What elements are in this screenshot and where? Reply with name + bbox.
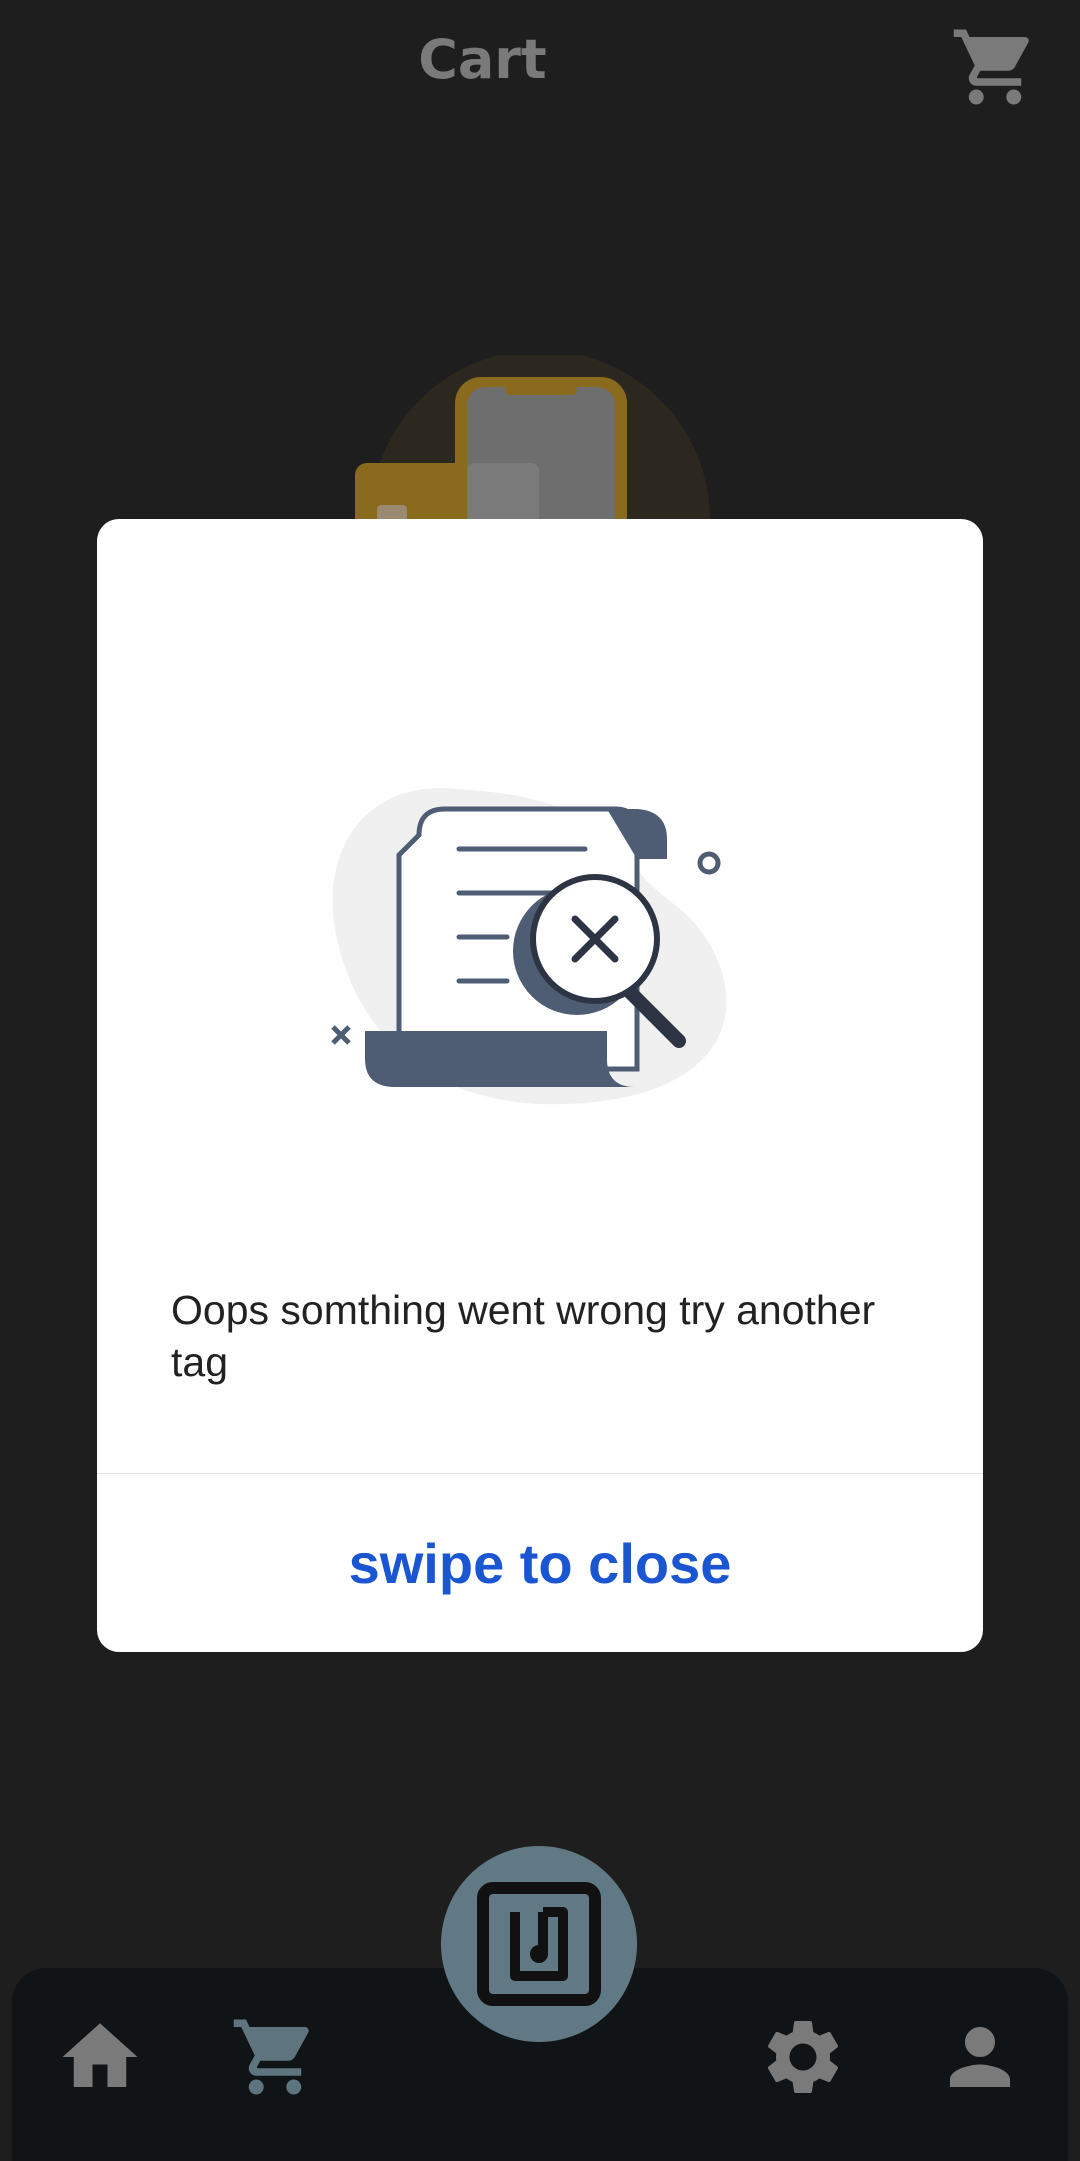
shopping-cart-icon[interactable] xyxy=(950,22,1040,112)
phone-and-card-illustration xyxy=(355,350,725,690)
person-icon[interactable] xyxy=(935,2012,1025,2102)
document-search-error-illustration xyxy=(307,769,767,1149)
swipe-to-close-button[interactable]: swipe to close xyxy=(97,1474,983,1652)
nfc-scan-button[interactable] xyxy=(441,1846,637,2042)
shopping-cart-icon[interactable] xyxy=(230,2012,320,2102)
page-title: Cart xyxy=(418,28,547,91)
error-dialog: Oops somthing went wrong try another tag… xyxy=(97,519,983,1652)
home-icon[interactable] xyxy=(55,2012,145,2102)
gear-icon[interactable] xyxy=(758,2012,848,2102)
nfc-icon xyxy=(477,1882,601,2006)
error-message: Oops somthing went wrong try another tag xyxy=(171,1287,876,1385)
app-bar: Cart xyxy=(0,0,1080,125)
